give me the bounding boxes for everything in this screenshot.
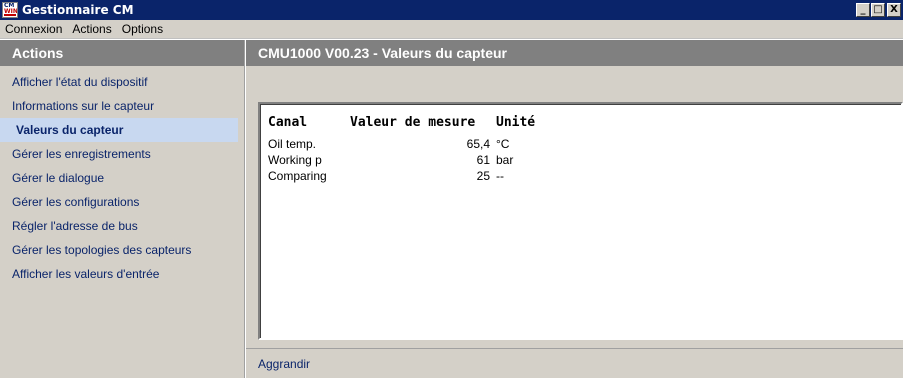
- main-panel: CMU1000 V00.23 - Valeurs du capteur Cana…: [246, 40, 903, 378]
- cell-canal: Working p: [268, 153, 322, 167]
- table-body: Oil temp. 65,4 °C Working p 61 bar Compa…: [268, 136, 576, 184]
- menu-connexion[interactable]: Connexion: [0, 22, 67, 36]
- menu-options[interactable]: Options: [117, 22, 168, 36]
- sidebar-list: Afficher l'état du dispositif Informatio…: [0, 66, 244, 286]
- panel-footer: Aggrandir: [246, 348, 903, 378]
- sidebar-item-recordings[interactable]: Gérer les enregistrements: [0, 142, 244, 166]
- cell-unite: --: [496, 169, 504, 183]
- sidebar-item-configurations[interactable]: Gérer les configurations: [0, 190, 244, 214]
- sidebar-header: Actions: [0, 40, 244, 66]
- table-header: Canal Valeur de mesure Unité: [268, 112, 576, 132]
- app-icon: CM WIN: [2, 2, 18, 18]
- values-grid: Canal Valeur de mesure Unité Oil temp. 6…: [268, 112, 576, 184]
- aggrandir-link[interactable]: Aggrandir: [258, 357, 310, 371]
- sidebar-item-input-values[interactable]: Afficher les valeurs d'entrée: [0, 262, 244, 286]
- sidebar-item-bus-address[interactable]: Régler l'adresse de bus: [0, 214, 244, 238]
- table-row[interactable]: Working p 61 bar: [268, 152, 576, 168]
- sidebar-item-device-state[interactable]: Afficher l'état du dispositif: [0, 70, 244, 94]
- cell-valeur: 25: [476, 169, 490, 183]
- column-header-canal[interactable]: Canal: [268, 115, 350, 130]
- minimize-button[interactable]: _: [856, 3, 870, 17]
- close-button[interactable]: X: [887, 3, 901, 17]
- cell-valeur: 65,4: [466, 137, 490, 151]
- table-row[interactable]: Oil temp. 65,4 °C: [268, 136, 576, 152]
- cell-unite: °C: [496, 137, 510, 151]
- sidebar-item-sensor-info[interactable]: Informations sur le capteur: [0, 94, 244, 118]
- cell-canal: Oil temp.: [268, 137, 317, 151]
- maximize-button[interactable]: □: [871, 3, 885, 17]
- sensor-values-table: Canal Valeur de mesure Unité Oil temp. 6…: [258, 102, 903, 340]
- column-header-valeur[interactable]: Valeur de mesure: [350, 115, 496, 130]
- title-bar: CM WIN Gestionnaire CM _ □ X: [0, 0, 903, 20]
- sidebar-item-dialogue[interactable]: Gérer le dialogue: [0, 166, 244, 190]
- page-title: CMU1000 V00.23 - Valeurs du capteur: [246, 40, 903, 66]
- window-controls: _ □ X: [856, 3, 901, 17]
- cell-canal: Comparing: [268, 169, 327, 183]
- column-header-unite[interactable]: Unité: [496, 115, 576, 130]
- window-title: Gestionnaire CM: [22, 3, 134, 17]
- cell-unite: bar: [496, 153, 514, 167]
- cell-valeur: 61: [476, 153, 490, 167]
- sidebar-item-sensor-values[interactable]: Valeurs du capteur: [0, 118, 238, 142]
- actions-sidebar: Actions Afficher l'état du dispositif In…: [0, 40, 245, 378]
- table-row[interactable]: Comparing 25 --: [268, 168, 576, 184]
- menu-actions[interactable]: Actions: [67, 22, 116, 36]
- sidebar-item-sensor-topologies[interactable]: Gérer les topologies des capteurs: [0, 238, 244, 262]
- menu-bar: Connexion Actions Options: [0, 20, 903, 39]
